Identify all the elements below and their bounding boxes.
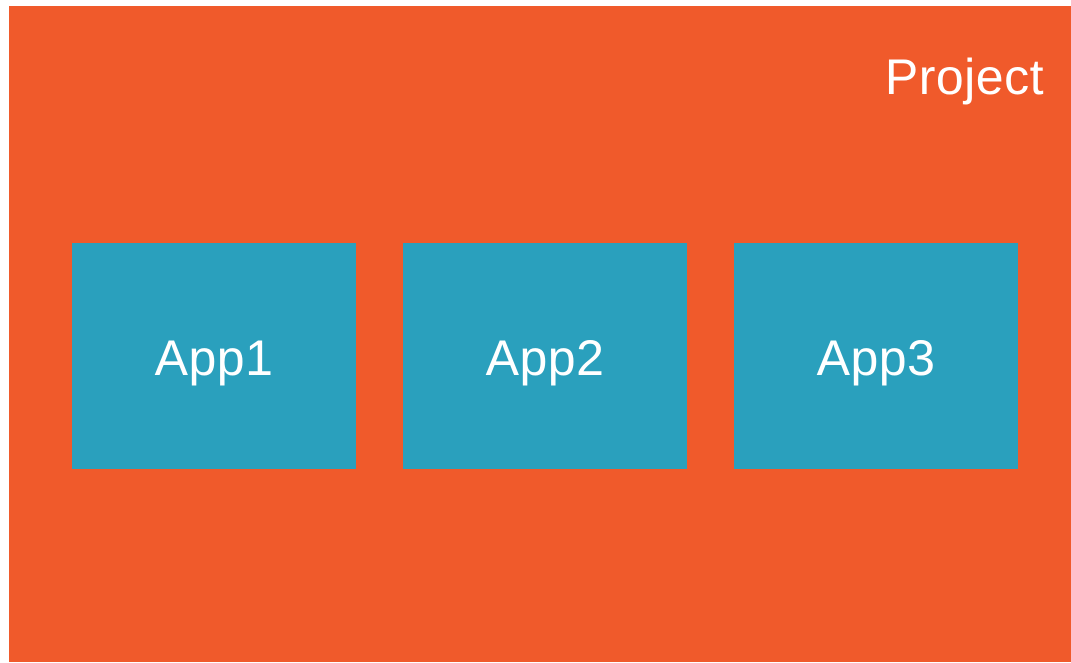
project-container: Project App1 App2 App3 — [9, 6, 1071, 662]
app-label-2: App2 — [485, 330, 605, 386]
project-title: Project — [884, 49, 1044, 105]
app-label-1: App1 — [154, 330, 274, 386]
app-box-1: App1 — [72, 243, 356, 469]
app-label-3: App3 — [816, 330, 936, 386]
app-box-2: App2 — [403, 243, 687, 469]
app-box-3: App3 — [734, 243, 1018, 469]
